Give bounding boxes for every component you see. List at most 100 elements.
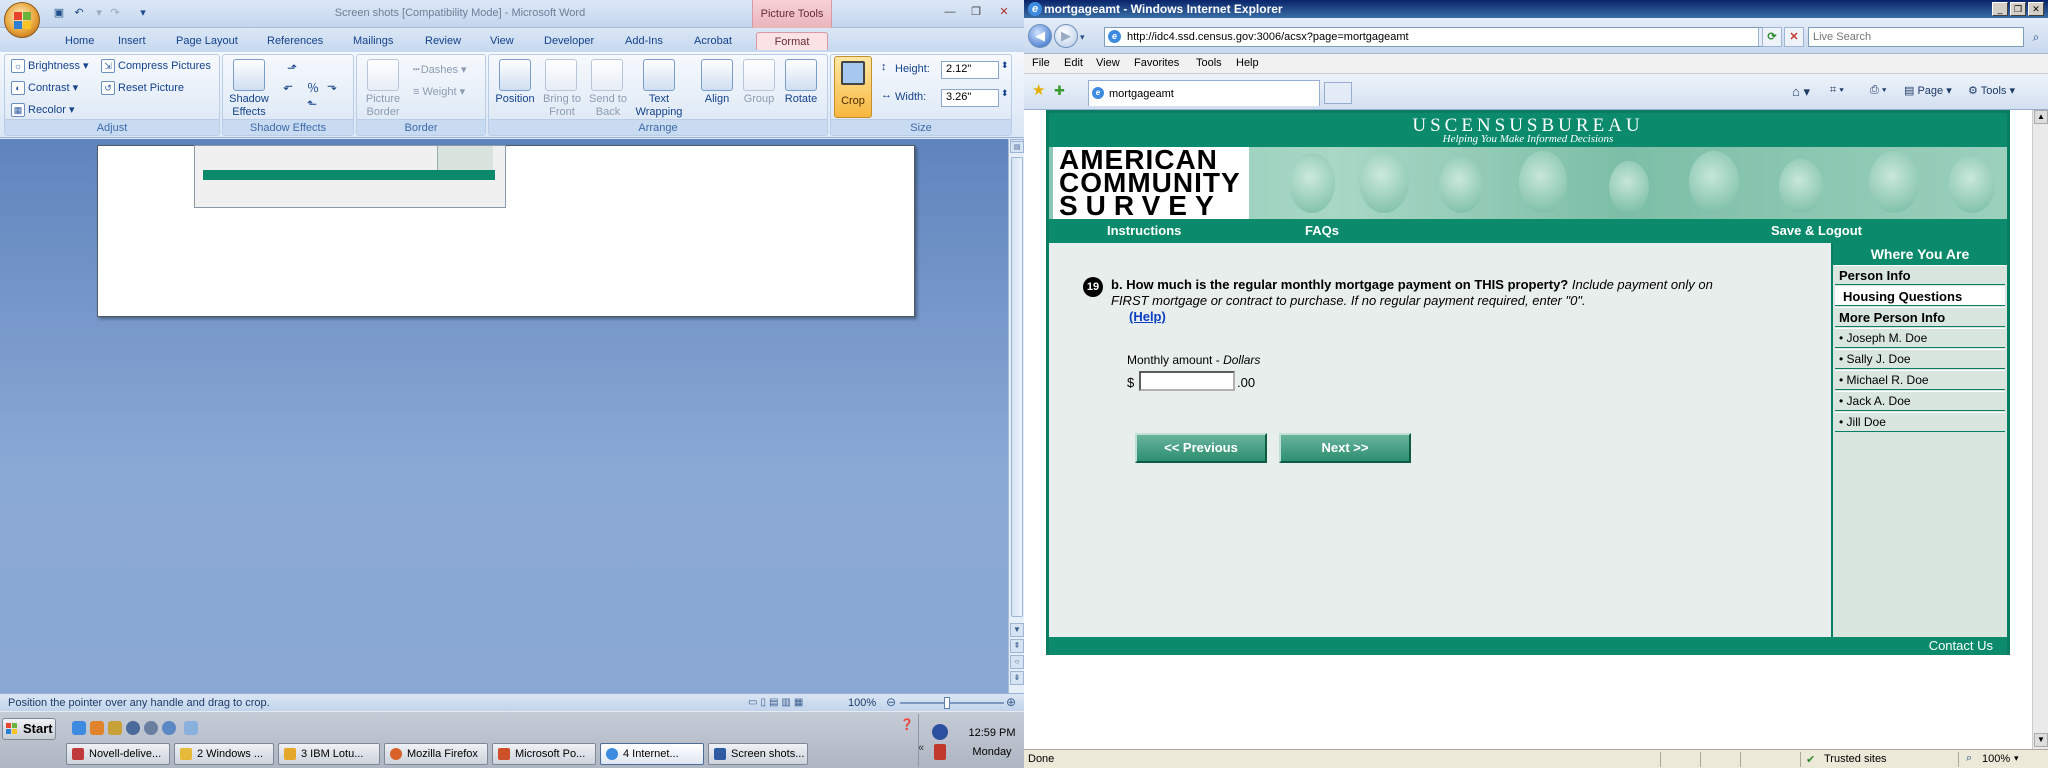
faqs-link[interactable]: FAQs — [1305, 223, 1339, 238]
new-tab-button[interactable] — [1324, 82, 1352, 104]
ie-zoom-level[interactable]: 100% — [1982, 753, 2010, 765]
menu-tools[interactable]: Tools — [1196, 57, 1222, 69]
previous-page-icon[interactable]: ⇞ — [1010, 639, 1024, 653]
page-menu-button[interactable]: ▤ Page ▾ — [1904, 84, 1952, 97]
position-icon[interactable] — [499, 59, 531, 91]
nudge-shadow-down-icon[interactable]: ⬑ — [307, 97, 317, 111]
rotate-icon[interactable] — [785, 59, 817, 91]
nudge-shadow-up-icon[interactable]: ⬏ — [287, 61, 297, 75]
sidebar-item-person[interactable]: • Joseph M. Doe — [1835, 328, 2005, 348]
menu-help[interactable]: Help — [1236, 57, 1259, 69]
tab-acrobat[interactable]: Acrobat — [687, 32, 739, 50]
select-browse-object-icon[interactable]: ○ — [1010, 655, 1024, 669]
ie-scroll-down-icon[interactable]: ▼ — [2034, 733, 2048, 747]
ie-scroll-up-icon[interactable]: ▲ — [2034, 110, 2048, 124]
menu-file[interactable]: File — [1032, 57, 1050, 69]
tab-references[interactable]: References — [260, 32, 330, 50]
tab-mailings[interactable]: Mailings — [346, 32, 400, 50]
sidebar-item-person-info[interactable]: Person Info — [1835, 265, 2005, 285]
favorites-star-icon[interactable]: ★ — [1032, 83, 1048, 99]
firefox-quicklaunch-icon[interactable] — [90, 721, 104, 735]
nudge-shadow-right-icon[interactable]: ⬎ — [327, 79, 337, 93]
contact-us-link[interactable]: Contact Us — [1929, 638, 1993, 653]
scroll-down-icon[interactable]: ▼ — [1010, 623, 1024, 637]
height-input[interactable]: 2.12" — [941, 61, 999, 79]
refresh-icon[interactable]: ⟳ — [1762, 27, 1782, 47]
shadow-effects-icon[interactable] — [233, 59, 265, 91]
align-button[interactable]: Align — [695, 93, 739, 106]
tab-view[interactable]: View — [483, 32, 521, 50]
monthly-amount-input[interactable] — [1139, 371, 1235, 391]
brightness-button[interactable]: ☼ Brightness ▾ — [11, 59, 89, 74]
sidebar-item-more-person-info[interactable]: More Person Info — [1835, 307, 2005, 327]
restore-icon[interactable]: ❐ — [964, 3, 988, 21]
menu-favorites[interactable]: Favorites — [1134, 57, 1179, 69]
home-icon[interactable]: ⌂ ▾ — [1792, 84, 1810, 100]
word-vertical-scrollbar[interactable]: ▲ ▤ ▼ ⇞ ○ ⇟ — [1008, 139, 1024, 693]
feeds-icon[interactable]: ⌗ ▾ — [1830, 84, 1844, 97]
tab-review[interactable]: Review — [418, 32, 468, 50]
ie-restore-icon[interactable]: ❐ — [2010, 2, 2026, 16]
security-zone[interactable]: Trusted sites — [1824, 753, 1887, 765]
network-quicklaunch-icon[interactable] — [144, 721, 158, 735]
folder-quicklaunch-icon[interactable] — [108, 721, 122, 735]
shadow-toggle-icon[interactable]: ％ — [307, 79, 319, 96]
scroll-thumb[interactable] — [1011, 157, 1023, 617]
rotate-button[interactable]: Rotate — [779, 93, 823, 106]
shadow-effects-button[interactable]: Shadow Effects — [223, 93, 275, 119]
search-icon[interactable]: ⌕ — [2026, 27, 2046, 47]
save-logout-link[interactable]: Save & Logout — [1771, 223, 1862, 238]
close-icon[interactable]: ✕ — [992, 3, 1016, 21]
sidebar-item-housing-questions[interactable]: Housing Questions — [1835, 286, 2005, 306]
help-tray-icon[interactable]: ❓ — [900, 718, 914, 731]
text-wrapping-button[interactable]: Text Wrapping — [629, 93, 689, 119]
address-bar[interactable]: http://idc4.ssd.census.gov:3006/acsx?pag… — [1104, 27, 1772, 47]
sidebar-item-person[interactable]: • Jack A. Doe — [1835, 391, 2005, 411]
ie-vertical-scrollbar[interactable]: ▲ ▼ — [2032, 110, 2048, 749]
tools-menu-button[interactable]: ⚙ Tools ▾ — [1968, 84, 2015, 97]
office-button[interactable] — [4, 2, 40, 38]
width-input[interactable]: 3.26" — [941, 89, 999, 107]
compress-pictures-button[interactable]: ⇲ Compress Pictures — [101, 59, 211, 73]
nudge-shadow-left-icon[interactable]: ⬐ — [283, 79, 293, 93]
position-button[interactable]: Position — [489, 93, 541, 106]
tab-home[interactable]: Home — [58, 32, 101, 50]
text-wrapping-icon[interactable] — [643, 59, 675, 91]
tab-format[interactable]: Format — [756, 32, 828, 50]
ie-minimize-icon[interactable]: _ — [1992, 2, 2008, 16]
zoom-dropdown-icon[interactable]: ▾ — [2014, 753, 2019, 764]
tray-network-icon[interactable] — [932, 724, 948, 740]
show-desktop-quicklaunch-icon[interactable] — [184, 721, 198, 735]
zoom-out-icon[interactable]: ⊖ — [886, 695, 896, 709]
ie-quicklaunch-icon[interactable] — [72, 721, 86, 735]
previous-button[interactable]: << Previous — [1135, 433, 1267, 463]
tray-security-icon[interactable] — [934, 744, 946, 760]
recolor-button[interactable]: ▦ Recolor ▾ — [11, 103, 74, 118]
minimize-icon[interactable]: — — [938, 3, 962, 21]
align-icon[interactable] — [701, 59, 733, 91]
next-button[interactable]: Next >> — [1279, 433, 1411, 463]
stop-icon[interactable]: ✕ — [1784, 27, 1804, 47]
media-quicklaunch-icon[interactable] — [126, 721, 140, 735]
zoom-level[interactable]: 100% — [848, 697, 876, 709]
instructions-link[interactable]: Instructions — [1107, 223, 1181, 238]
menu-view[interactable]: View — [1096, 57, 1120, 69]
back-arrow-icon[interactable]: ◀ — [1028, 24, 1052, 48]
add-favorite-icon[interactable]: ✚ — [1054, 83, 1070, 99]
tab-page-layout[interactable]: Page Layout — [169, 32, 245, 50]
sidebar-item-person[interactable]: • Sally J. Doe — [1835, 349, 2005, 369]
next-page-icon[interactable]: ⇟ — [1010, 671, 1024, 685]
width-spin-icon[interactable]: ⬍ — [1001, 88, 1009, 99]
history-dropdown-icon[interactable]: ▾ — [1080, 32, 1085, 43]
desktop-quicklaunch-icon[interactable] — [162, 721, 176, 735]
clock-time[interactable]: 12:59 PM — [960, 727, 1024, 739]
forward-arrow-icon[interactable]: ▶ — [1054, 24, 1078, 48]
tab-insert[interactable]: Insert — [111, 32, 153, 50]
browser-tab[interactable]: mortgageamt — [1088, 80, 1320, 106]
height-spin-icon[interactable]: ⬍ — [1001, 60, 1009, 71]
help-link[interactable]: (Help) — [1129, 309, 1166, 325]
print-icon[interactable]: ⎙ ▾ — [1870, 84, 1886, 97]
view-buttons-icon[interactable]: ▭▯▤▥▦ — [748, 697, 806, 708]
sidebar-item-person[interactable]: • Jill Doe — [1835, 412, 2005, 432]
inserted-screenshot-image[interactable] — [194, 145, 506, 208]
